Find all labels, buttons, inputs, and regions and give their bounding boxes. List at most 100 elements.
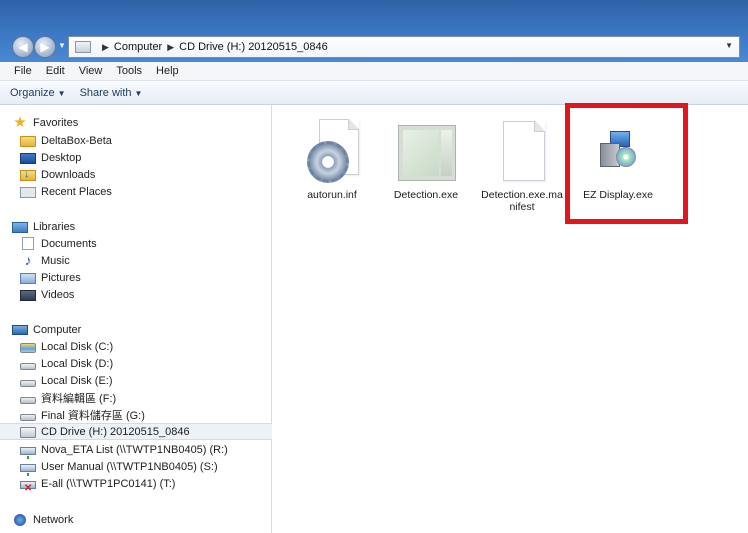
- nav-item-label: Nova_ETA List (\\TWTP1NB0405) (R:): [41, 443, 228, 456]
- nav-drive-e[interactable]: Local Disk (E:): [20, 372, 292, 389]
- computer-icon: [12, 325, 28, 335]
- nav-drive-t[interactable]: E-all (\\TWTP1PC0141) (T:): [20, 475, 292, 494]
- file-name: Detection.exe.manifest: [481, 189, 563, 213]
- nav-item-label: Videos: [41, 288, 75, 301]
- recent-places-icon: [20, 186, 36, 198]
- nav-item-documents[interactable]: Documents: [20, 235, 292, 252]
- file-item-autorun[interactable]: autorun.inf: [289, 117, 375, 201]
- nav-favorites[interactable]: ★ Favorites: [12, 114, 284, 131]
- videos-icon: [20, 289, 36, 301]
- chevron-right-icon[interactable]: ▶: [102, 42, 109, 53]
- downloads-icon: [20, 168, 36, 181]
- blank-document-icon: [493, 117, 551, 185]
- nav-drive-r[interactable]: Nova_ETA List (\\TWTP1NB0405) (R:): [20, 441, 292, 459]
- nav-item-desktop[interactable]: Desktop: [20, 149, 292, 166]
- documents-icon: [22, 237, 34, 250]
- breadcrumb-computer[interactable]: Computer: [114, 41, 162, 53]
- window-title-bar: ◀ ▶ ▼ ▶ Computer ▶ CD Drive (H:) 2012051…: [0, 0, 748, 62]
- arrow-left-icon: ◀: [18, 40, 28, 54]
- menu-bar: File Edit View Tools Help: [0, 62, 748, 81]
- nav-item-deltabox-beta[interactable]: DeltaBox-Beta: [20, 132, 292, 149]
- system-disk-icon: [20, 343, 36, 353]
- cd-drive-icon: [20, 426, 36, 438]
- nav-network-label: Network: [33, 513, 74, 526]
- nav-item-label: Recent Places: [41, 185, 112, 198]
- folder-icon: [20, 135, 36, 147]
- nav-item-label: Downloads: [41, 168, 96, 181]
- hard-disk-icon: [20, 396, 36, 404]
- nav-computer[interactable]: Computer: [12, 321, 284, 338]
- music-icon: ♪: [24, 252, 32, 268]
- address-bar[interactable]: ▶ Computer ▶ CD Drive (H:) 20120515_0846…: [68, 36, 740, 58]
- menu-edit[interactable]: Edit: [46, 65, 65, 77]
- network-drive-icon: [20, 446, 36, 459]
- settings-file-icon: [303, 117, 361, 185]
- nav-item-label: User Manual (\\TWTP1NB0405) (S:): [41, 460, 218, 473]
- nav-libraries[interactable]: Libraries: [12, 218, 284, 235]
- share-with-button[interactable]: Share with ▼: [80, 87, 143, 99]
- nav-item-label: Music: [41, 254, 70, 267]
- nav-item-label: Desktop: [41, 151, 82, 164]
- nav-drive-g[interactable]: Final 資料儲存區 (G:): [20, 406, 292, 423]
- disconnected-network-drive-icon: [20, 480, 36, 494]
- libraries-icon: [12, 221, 28, 233]
- hard-disk-icon: [20, 362, 36, 370]
- star-icon: ★: [13, 114, 27, 131]
- nav-drive-d[interactable]: Local Disk (D:): [20, 355, 292, 372]
- nav-item-recent-places[interactable]: Recent Places: [20, 183, 292, 200]
- arrow-right-icon: ▶: [40, 40, 50, 54]
- cd-drive-icon: [75, 41, 91, 53]
- nav-favorites-label: Favorites: [33, 116, 79, 129]
- pictures-icon: [20, 272, 36, 284]
- file-item-detection-exe[interactable]: Detection.exe: [383, 117, 469, 201]
- share-with-label: Share with: [79, 86, 132, 99]
- application-window-icon: [390, 117, 462, 185]
- hard-disk-icon: [20, 413, 36, 421]
- nav-drive-s[interactable]: User Manual (\\TWTP1NB0405) (S:): [20, 458, 292, 476]
- nav-item-music[interactable]: ♪ Music: [20, 252, 292, 269]
- nav-drive-h[interactable]: CD Drive (H:) 20120515_0846: [0, 423, 272, 440]
- file-name: autorun.inf: [307, 189, 357, 201]
- navigation-pane: ★ Favorites DeltaBox-Beta Desktop Downlo…: [0, 105, 272, 533]
- highlight-annotation-box: [565, 103, 688, 224]
- forward-button[interactable]: ▶: [34, 36, 56, 58]
- nav-drive-c[interactable]: Local Disk (C:): [20, 338, 292, 355]
- nav-item-label: DeltaBox-Beta: [41, 134, 112, 147]
- desktop-icon: [20, 152, 36, 164]
- nav-item-label: Final 資料儲存區 (G:): [41, 409, 145, 422]
- nav-item-label: Local Disk (D:): [41, 357, 114, 370]
- breadcrumb-cd-drive[interactable]: CD Drive (H:) 20120515_0846: [179, 41, 328, 53]
- menu-file[interactable]: File: [14, 65, 32, 77]
- nav-drive-f[interactable]: 資料編輯區 (F:): [20, 389, 292, 406]
- nav-item-pictures[interactable]: Pictures: [20, 269, 292, 286]
- chevron-down-icon: ▼: [57, 88, 66, 98]
- command-bar: Organize ▼ Share with ▼: [0, 81, 748, 105]
- file-name: Detection.exe: [393, 189, 459, 201]
- menu-view[interactable]: View: [79, 65, 103, 77]
- back-button[interactable]: ◀: [12, 36, 34, 58]
- recent-pages-dropdown[interactable]: ▼: [58, 41, 66, 50]
- menu-tools[interactable]: Tools: [116, 65, 142, 77]
- file-item-detection-manifest[interactable]: Detection.exe.manifest: [479, 117, 565, 213]
- nav-item-label: Local Disk (E:): [41, 374, 113, 387]
- chevron-right-icon[interactable]: ▶: [167, 42, 174, 53]
- organize-button[interactable]: Organize ▼: [10, 87, 66, 99]
- chevron-down-icon[interactable]: ▼: [725, 41, 733, 50]
- nav-item-label: Pictures: [41, 271, 81, 284]
- nav-item-label: 資料編輯區 (F:): [41, 392, 117, 405]
- nav-libraries-label: Libraries: [33, 220, 76, 233]
- nav-item-label: E-all (\\TWTP1PC0141) (T:): [41, 477, 176, 490]
- network-icon: [14, 513, 26, 526]
- hard-disk-icon: [20, 379, 36, 387]
- organize-label: Organize: [10, 86, 55, 99]
- chevron-down-icon: ▼: [134, 88, 143, 98]
- nav-item-videos[interactable]: Videos: [20, 286, 292, 303]
- nav-computer-label: Computer: [33, 323, 82, 336]
- nav-item-label: Documents: [41, 237, 97, 250]
- nav-item-label: CD Drive (H:) 20120515_0846: [41, 425, 190, 438]
- nav-item-label: Local Disk (C:): [41, 340, 114, 353]
- nav-network[interactable]: Network: [12, 511, 284, 528]
- menu-help[interactable]: Help: [156, 65, 179, 77]
- nav-item-downloads[interactable]: Downloads: [20, 166, 292, 183]
- network-drive-icon: [20, 463, 36, 476]
